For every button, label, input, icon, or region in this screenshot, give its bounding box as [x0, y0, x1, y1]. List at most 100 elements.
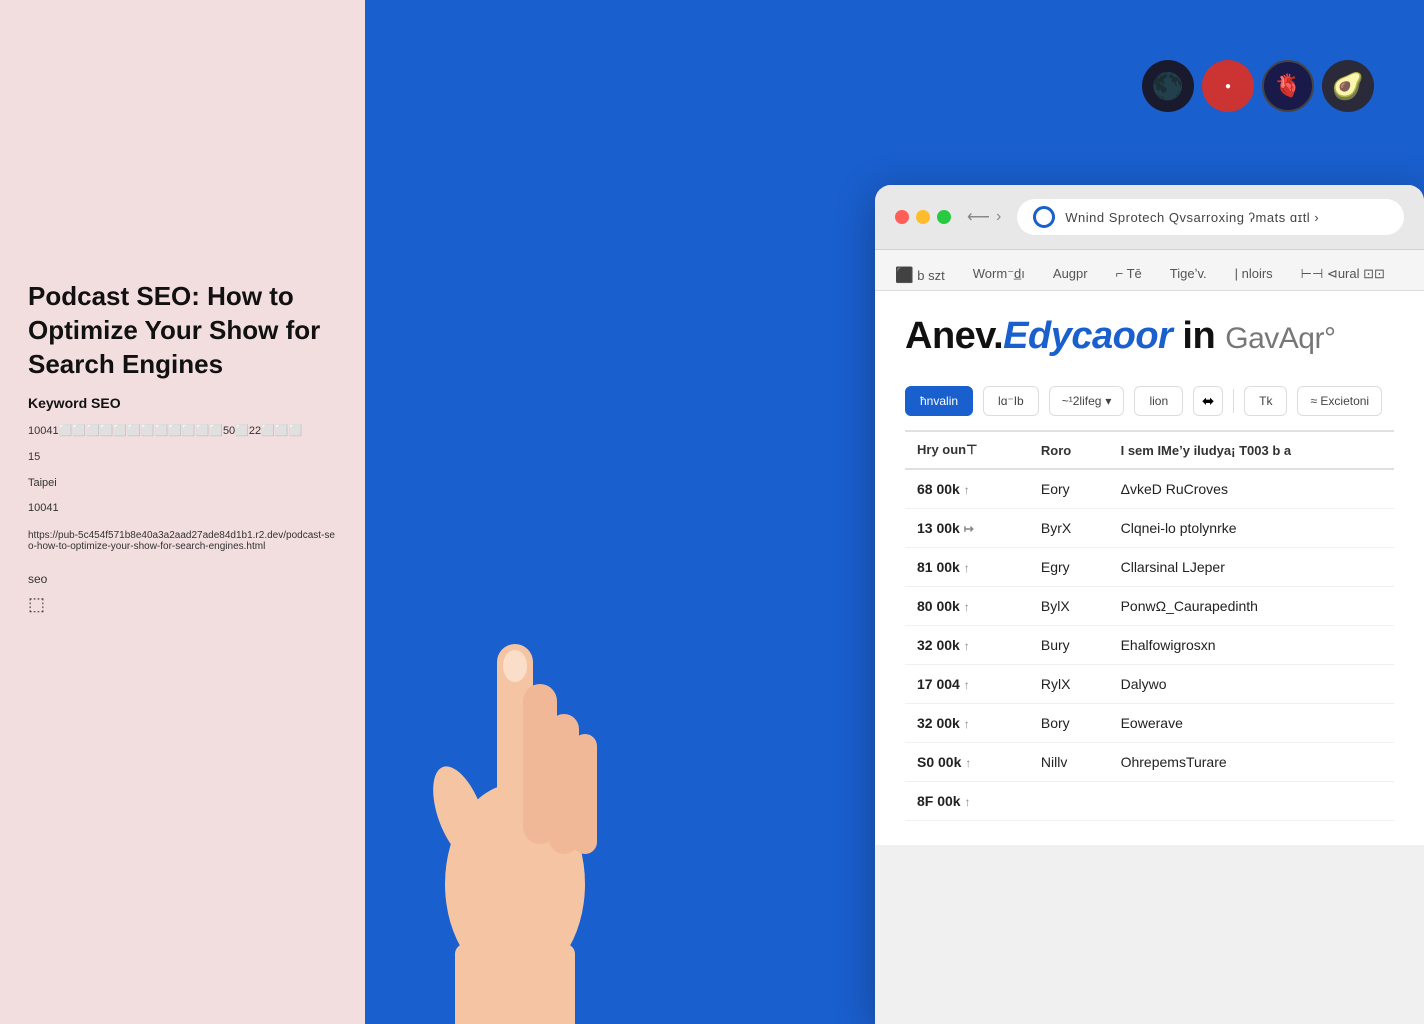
icon-circle-1: 🌑	[1142, 60, 1194, 112]
url-text: Wnind Sprotech Qvsarroxing ʔmats ɑɪtl ›	[1065, 210, 1319, 225]
cell-code: Bory	[1029, 704, 1109, 743]
table-row[interactable]: 32 00k ↑ Bory Eowerave	[905, 704, 1394, 743]
url-circle-icon	[1033, 206, 1055, 228]
cell-num: 32 00k ↑	[905, 626, 1029, 665]
table-row[interactable]: 13 00k ↦ ByrX Clqnei-lo ptolynrke	[905, 509, 1394, 548]
cell-num: S0 00k ↑	[905, 743, 1029, 782]
title-part1: Anev.	[905, 315, 1003, 357]
toolbar-btn-excietoni[interactable]: ≈ Excietoni	[1297, 386, 1382, 416]
title-part4: GavAqr°	[1225, 322, 1335, 355]
tab-tigev[interactable]: Tigeʼv.	[1166, 260, 1211, 290]
tab-ural[interactable]: ⊢⊣ ⊲ural ⊡⊡	[1297, 260, 1389, 290]
browser-icons-bar: 🌑 ● 🫀 🥑	[1142, 60, 1374, 112]
sidebar-meta-line1: 10041⬜⬜⬜⬜⬜⬜⬜⬜⬜⬜⬜⬜50⬜22⬜⬜⬜	[28, 423, 337, 441]
cell-desc: Dalywo	[1109, 665, 1394, 704]
table-row[interactable]: 32 00k ↑ Bury Ehalfowigrosxn	[905, 626, 1394, 665]
toolbar-dropdown-lifeg[interactable]: ~¹2lifeg ▾	[1049, 386, 1125, 416]
browser-chrome: ⟵ › Wnind Sprotech Qvsarroxing ʔmats ɑɪt…	[875, 185, 1424, 250]
cell-desc: Ehalfowigrosxn	[1109, 626, 1394, 665]
browser-tabs-bar: ⬛ b szt Worm⁻d̲ı Augpr ⌐ Tē Tigeʼv. | nl…	[875, 250, 1424, 291]
content-title: Anev.Edycaoor in GavAqr°	[905, 315, 1394, 358]
col-header-num: Hry oun⊤	[905, 432, 1029, 469]
cell-arrow: ↑	[964, 795, 970, 809]
cell-arrow: ↑	[964, 561, 970, 575]
url-bar[interactable]: Wnind Sprotech Qvsarroxing ʔmats ɑɪtl ›	[1017, 199, 1404, 235]
toolbar-btn-exchange[interactable]: ⬌	[1193, 386, 1223, 416]
tab-te[interactable]: ⌐ Tē	[1112, 260, 1146, 290]
cell-arrow: ↦	[964, 522, 974, 536]
tab-nloirs[interactable]: | nloirs	[1231, 260, 1277, 290]
cell-num: 32 00k ↑	[905, 704, 1029, 743]
cell-arrow: ↑	[964, 639, 970, 653]
toolbar-btn-2[interactable]: lɑ⁻Ib	[983, 386, 1039, 416]
sidebar-meta-city: Taipei	[28, 475, 337, 493]
cell-arrow: ↑	[964, 483, 970, 497]
sidebar: Podcast SEO: How to Optimize Your Show f…	[0, 0, 365, 1024]
table-row[interactable]: S0 00k ↑ Nillv OhrepemsTurare	[905, 743, 1394, 782]
traffic-light-yellow[interactable]	[916, 210, 930, 224]
cell-arrow: ↑	[964, 678, 970, 692]
sidebar-meta-zip: 10041	[28, 500, 337, 518]
sidebar-keyword: Keyword SEO	[28, 395, 337, 411]
sidebar-tag: seo	[28, 572, 337, 586]
browser-window: ⟵ › Wnind Sprotech Qvsarroxing ʔmats ɑɪt…	[875, 185, 1424, 1024]
table-header-row: Hry oun⊤ Roro I sem IMeʼy iludya¡ T003 b…	[905, 432, 1394, 469]
title-part2: Edycaoor	[1003, 315, 1172, 357]
toolbar-divider	[1233, 389, 1234, 413]
cell-code: BylX	[1029, 587, 1109, 626]
table-toolbar: ħnvalin lɑ⁻Ib ~¹2lifeg ▾ lion ⬌ Tk ≈ Exc…	[905, 376, 1394, 432]
sidebar-meta-line2: 15	[28, 449, 337, 467]
cell-desc: ΔvkeD RuCroves	[1109, 469, 1394, 509]
title-part3: in	[1172, 315, 1225, 357]
nav-arrows[interactable]: ⟵ ›	[967, 207, 1001, 227]
cell-desc: Clqnei-lo ptolynrke	[1109, 509, 1394, 548]
tab-augpr[interactable]: Augpr	[1049, 260, 1092, 290]
cell-desc: Cllarsinal LJeper	[1109, 548, 1394, 587]
cell-num: 80 00k ↑	[905, 587, 1029, 626]
cell-arrow: ↑	[964, 600, 970, 614]
table-row[interactable]: 68 00k ↑ Eory ΔvkeD RuCroves	[905, 469, 1394, 509]
traffic-light-red[interactable]	[895, 210, 909, 224]
toolbar-btn-invalid[interactable]: ħnvalin	[905, 386, 973, 416]
cell-arrow: ↑	[965, 756, 971, 770]
forward-icon[interactable]: ›	[996, 208, 1001, 226]
cell-num: 68 00k ↑	[905, 469, 1029, 509]
toolbar-btn-tk[interactable]: Tk	[1244, 386, 1287, 416]
table-row[interactable]: 81 00k ↑ Egry Cllarsinal LJeper	[905, 548, 1394, 587]
sidebar-title: Podcast SEO: How to Optimize Your Show f…	[28, 280, 337, 381]
sidebar-url: https://pub-5c454f571b8e40a3a2aad27ade84…	[28, 530, 337, 552]
cell-code: Bury	[1029, 626, 1109, 665]
cell-code: Nillv	[1029, 743, 1109, 782]
back-icon[interactable]: ⟵	[967, 207, 990, 227]
hand-svg	[375, 504, 655, 1024]
cell-desc	[1109, 782, 1394, 821]
cell-num: 8F 00k ↑	[905, 782, 1029, 821]
col-header-roro: Roro	[1029, 432, 1109, 469]
toolbar-btn-lion[interactable]: lion	[1134, 386, 1183, 416]
cell-num: 17 004 ↑	[905, 665, 1029, 704]
cell-arrow: ↑	[964, 717, 970, 731]
icon-circle-4: 🥑	[1322, 60, 1374, 112]
cell-desc: OhrepemsTurare	[1109, 743, 1394, 782]
table-row[interactable]: 17 004 ↑ RylX Dalywo	[905, 665, 1394, 704]
tab-wormdi[interactable]: Worm⁻d̲ı	[969, 260, 1029, 290]
icon-circle-2: ●	[1202, 60, 1254, 112]
traffic-lights	[895, 210, 951, 224]
cell-code: Egry	[1029, 548, 1109, 587]
cell-code: RylX	[1029, 665, 1109, 704]
cell-desc: Eowerave	[1109, 704, 1394, 743]
table-row[interactable]: 8F 00k ↑	[905, 782, 1394, 821]
cell-code	[1029, 782, 1109, 821]
cell-num: 13 00k ↦	[905, 509, 1029, 548]
cell-num: 81 00k ↑	[905, 548, 1029, 587]
main-area: 🌑 ● 🫀 🥑 ⟵ › Wnind Sprotech Q	[365, 0, 1424, 1024]
browser-content: Anev.Edycaoor in GavAqr° ħnvalin lɑ⁻Ib ~…	[875, 291, 1424, 845]
hand-overlay	[365, 474, 665, 1024]
traffic-light-green[interactable]	[937, 210, 951, 224]
tab-1[interactable]: ⬛ b szt	[891, 260, 949, 290]
data-table: Hry oun⊤ Roro I sem IMeʼy iludya¡ T003 b…	[905, 432, 1394, 821]
sidebar-box-icon: ⬚	[28, 594, 337, 615]
table-row[interactable]: 80 00k ↑ BylX PonwΩ_Caurapedinth	[905, 587, 1394, 626]
cell-code: ByrX	[1029, 509, 1109, 548]
col-header-desc: I sem IMeʼy iludya¡ T003 b a	[1109, 432, 1394, 469]
